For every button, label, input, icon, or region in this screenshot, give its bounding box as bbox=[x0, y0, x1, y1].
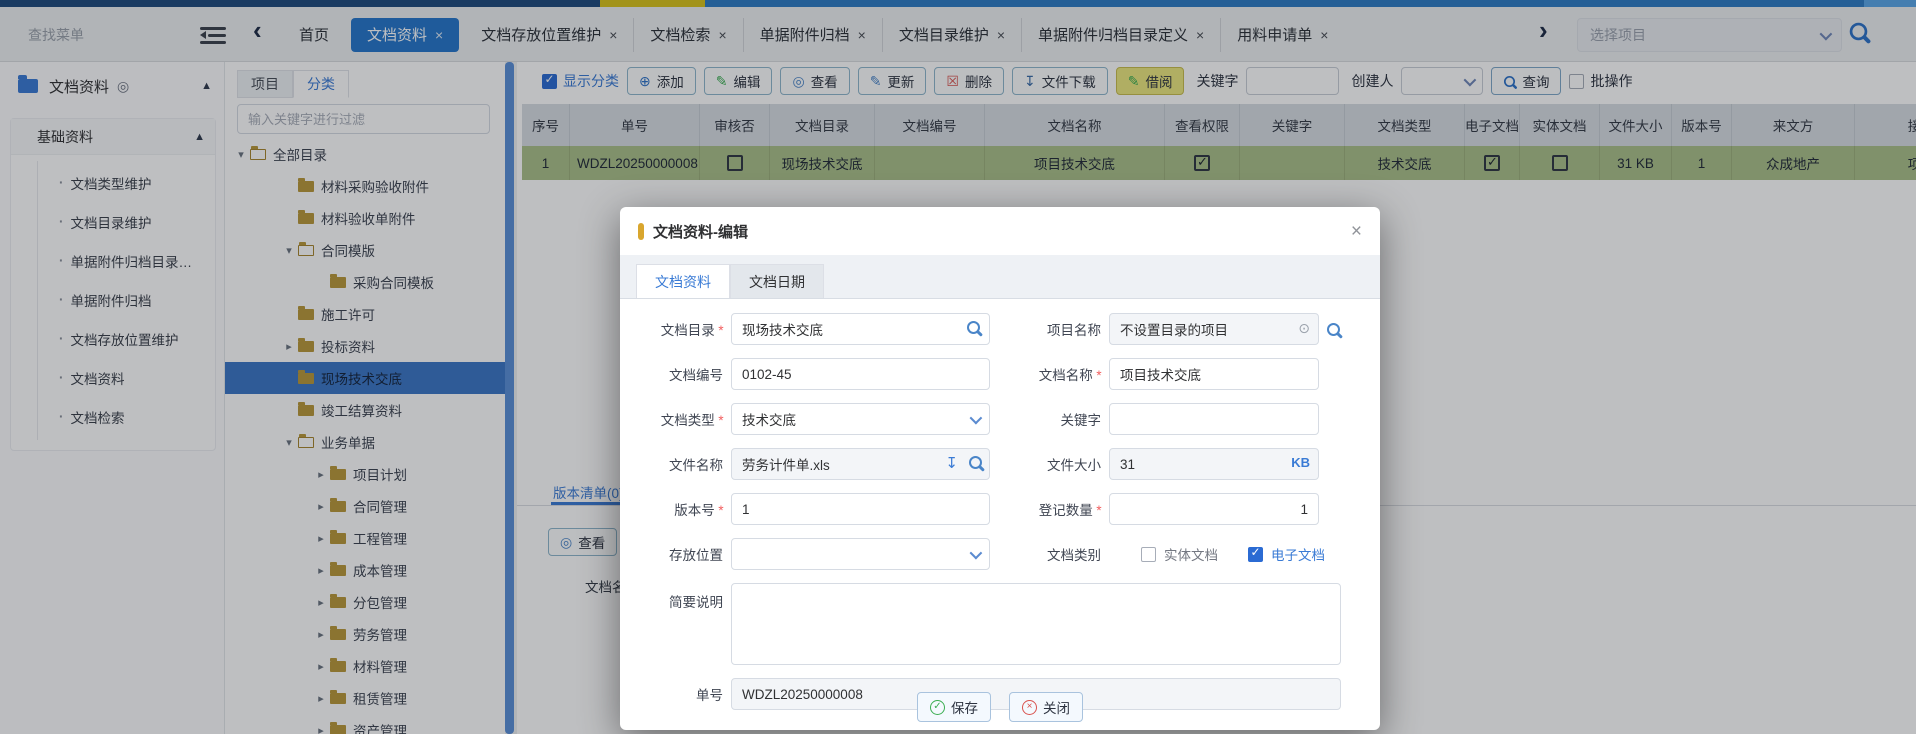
field-label: 简要说明 bbox=[620, 583, 723, 611]
field-label: 文档名称* bbox=[1000, 364, 1101, 384]
file-size-input[interactable] bbox=[1109, 448, 1319, 480]
field-label: 文件名称* bbox=[620, 454, 723, 474]
location-select[interactable] bbox=[731, 538, 990, 570]
field-label: 文件大小* bbox=[1000, 454, 1101, 474]
app-screen: ‹ 首页 文档资料 文档存放位置维护 文档检索 bbox=[0, 0, 1916, 734]
save-button[interactable]: ✓ 保存 bbox=[917, 692, 991, 722]
doc-catalog-input[interactable] bbox=[731, 313, 990, 345]
doc-code-input[interactable] bbox=[731, 358, 990, 390]
doc-type-select[interactable] bbox=[731, 403, 990, 435]
title-flag-icon bbox=[638, 223, 644, 240]
clear-icon[interactable]: ⊙ bbox=[1298, 320, 1310, 337]
electronic-doc-checkbox[interactable] bbox=[1248, 547, 1263, 562]
modal-tabs: 文档资料 文档日期 bbox=[620, 255, 1380, 299]
doc-name-input[interactable] bbox=[1109, 358, 1319, 390]
modal-tab[interactable]: 文档资料 bbox=[636, 264, 730, 298]
close-button[interactable]: × 关闭 bbox=[1009, 692, 1083, 722]
field-label: 文档类别 bbox=[1000, 544, 1101, 564]
field-label: 关键字* bbox=[1000, 409, 1101, 429]
field-label: 文档类型* bbox=[620, 409, 723, 429]
download-icon[interactable] bbox=[945, 454, 958, 472]
electronic-doc-label: 电子文档 bbox=[1271, 544, 1325, 564]
modal-tab-label: 文档日期 bbox=[749, 272, 805, 292]
project-name-input[interactable] bbox=[1109, 313, 1319, 345]
file-size-unit: KB bbox=[1291, 455, 1310, 470]
check-circle-icon: ✓ bbox=[930, 700, 945, 715]
version-input[interactable] bbox=[731, 493, 990, 525]
modal-header: 文档资料-编辑 bbox=[620, 207, 1380, 255]
search-icon[interactable] bbox=[967, 321, 980, 334]
modal-tab-label: 文档资料 bbox=[655, 272, 711, 292]
field-label: 项目名称* bbox=[1000, 319, 1101, 339]
chevron-down-icon bbox=[970, 415, 979, 424]
register-qty-input[interactable] bbox=[1109, 493, 1319, 525]
field-label: 版本号* bbox=[620, 499, 723, 519]
modal-footer: ✓ 保存 × 关闭 bbox=[620, 684, 1380, 730]
field-label: 存放位置* bbox=[620, 544, 723, 564]
field-label: 登记数量* bbox=[1000, 499, 1101, 519]
modal-form: 文档目录* 项目名称* ⊙ 文档编号* 文档名称* bbox=[620, 299, 1380, 710]
close-icon[interactable] bbox=[1351, 222, 1362, 241]
keyword-input[interactable] bbox=[1109, 403, 1319, 435]
field-label: 文档编号* bbox=[620, 364, 723, 384]
summary-textarea[interactable] bbox=[731, 583, 1341, 665]
modal-title: 文档资料-编辑 bbox=[653, 221, 748, 242]
close-button-label: 关闭 bbox=[1043, 697, 1070, 717]
x-circle-icon: × bbox=[1022, 700, 1037, 715]
save-button-label: 保存 bbox=[951, 697, 978, 717]
chevron-down-icon bbox=[970, 550, 979, 559]
edit-document-modal: 文档资料-编辑 文档资料 文档日期 文档目录* 项 bbox=[620, 207, 1380, 730]
field-label: 文档目录* bbox=[620, 319, 723, 339]
physical-doc-checkbox[interactable] bbox=[1141, 547, 1156, 562]
physical-doc-label: 实体文档 bbox=[1164, 544, 1218, 564]
search-icon[interactable] bbox=[1327, 323, 1340, 336]
modal-tab[interactable]: 文档日期 bbox=[730, 264, 824, 298]
search-icon[interactable] bbox=[969, 456, 982, 469]
